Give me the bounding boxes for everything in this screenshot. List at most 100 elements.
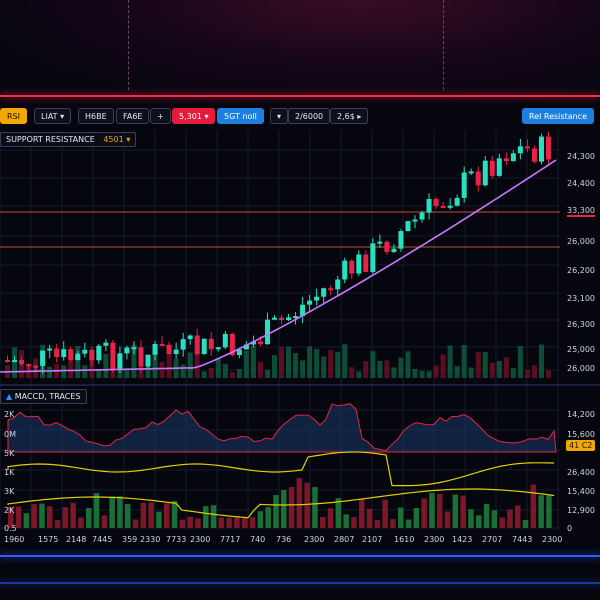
macd-bar: [179, 519, 186, 528]
candle-body: [545, 136, 551, 160]
candle-body: [489, 160, 495, 176]
volume-bar: [510, 368, 516, 378]
candle-body: [377, 241, 383, 244]
volume-bar: [468, 367, 474, 378]
x-tick: 1960: [4, 535, 25, 544]
macd-bar: [382, 499, 388, 528]
volume-bar: [208, 367, 214, 378]
y-tick-right: 14,200: [567, 410, 595, 419]
volume-bar: [489, 362, 495, 378]
volume-bar: [496, 361, 502, 378]
macd-bar: [132, 519, 139, 528]
macd-bar: [398, 507, 404, 528]
candle-body: [19, 360, 25, 365]
volume-bars: [5, 344, 551, 378]
volume-bar: [243, 350, 249, 378]
volume-bar: [391, 367, 397, 378]
candle-body: [173, 349, 179, 355]
volume-bar: [335, 351, 341, 378]
candle-body: [517, 146, 523, 154]
macd-bar: [203, 506, 209, 528]
volume-bar: [419, 371, 425, 378]
candle-body: [433, 198, 439, 206]
volume-bar: [222, 363, 228, 378]
candle-body: [475, 171, 481, 186]
x-tick: 1575: [38, 535, 59, 544]
macd-bar: [109, 496, 115, 528]
volume-bar: [433, 365, 439, 378]
volume-bar: [503, 357, 509, 378]
macd-bar: [86, 507, 92, 528]
volume-bar: [61, 365, 67, 378]
volume-bar: [47, 366, 53, 378]
candle-body: [264, 319, 270, 345]
volume-bar: [447, 345, 453, 378]
candle-body: [468, 171, 474, 174]
volume-bar: [307, 346, 313, 378]
volume-bar: [426, 371, 432, 378]
macd-bar: [140, 502, 147, 528]
macd-bar: [366, 508, 373, 528]
y-tick-left: 3K: [4, 487, 15, 496]
candle-body: [496, 158, 502, 176]
candle-body: [279, 317, 285, 320]
x-tick: 2300: [542, 535, 563, 544]
macd-bar: [148, 502, 154, 528]
x-tick: 736: [276, 535, 292, 544]
volume-bar: [363, 361, 369, 378]
candle-body: [531, 148, 537, 162]
macd-bar: [54, 519, 61, 528]
volume-bar: [531, 365, 537, 378]
candle-body: [145, 354, 151, 367]
y-tick-left: 2K: [4, 506, 15, 515]
candle-body: [257, 341, 263, 345]
macd-bar: [101, 515, 108, 528]
volume-bar: [461, 344, 467, 378]
macd-bar: [242, 516, 248, 528]
candle-body: [321, 288, 327, 297]
candle-body: [180, 339, 186, 350]
macd-bar: [538, 495, 544, 528]
candle-body: [349, 260, 355, 274]
candle-body: [412, 219, 418, 222]
macd-bar: [491, 510, 498, 528]
x-tick: 2707: [482, 535, 503, 544]
volume-bar: [103, 353, 109, 378]
volume-bar: [82, 365, 88, 378]
macd-bar: [70, 502, 76, 528]
volume-bar: [250, 345, 256, 378]
x-tick: 740: [250, 535, 266, 544]
candle-body: [110, 342, 116, 370]
x-tick: 7445: [92, 535, 113, 544]
macd-bar: [281, 489, 287, 528]
candle-body: [187, 335, 193, 340]
macd-histogram: [8, 478, 552, 528]
x-tick: 7733: [166, 535, 187, 544]
volume-bar: [475, 352, 481, 378]
macd-bar: [257, 511, 264, 528]
candle-body: [314, 296, 320, 301]
y-tick: 26,000: [567, 364, 595, 373]
macd-bar: [273, 495, 279, 528]
candle-body: [426, 198, 432, 213]
volume-bar: [370, 351, 376, 378]
x-tick: 7443: [512, 535, 533, 544]
macd-bar: [351, 517, 357, 528]
macd-bar: [483, 503, 490, 528]
y-tick-right: 0: [567, 524, 573, 533]
y-tick-right: 26,400: [567, 468, 595, 477]
candle-body: [194, 335, 200, 355]
volume-bar: [384, 360, 390, 378]
y-tick-left: 0.5: [4, 524, 17, 533]
x-tick: 2148: [66, 535, 87, 544]
macd-bar: [171, 500, 178, 528]
candle-body: [510, 153, 516, 162]
macd-bar: [288, 486, 295, 528]
macd-bar: [335, 498, 342, 528]
candle-body: [286, 317, 292, 320]
highlight-badge: 41 C2: [566, 440, 596, 451]
macd-bar: [429, 492, 435, 528]
macd-bar: [530, 484, 537, 528]
volume-bar: [342, 344, 348, 378]
volume-bar: [440, 354, 446, 378]
